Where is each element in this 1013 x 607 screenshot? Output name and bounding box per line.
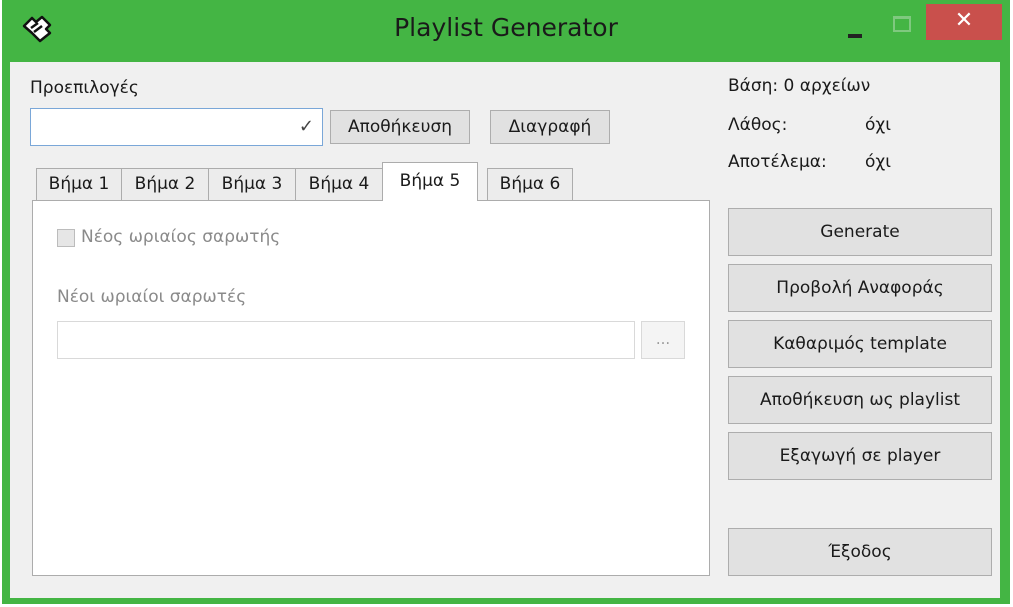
tab-step-6[interactable]: Βήμα 6 [487, 168, 573, 200]
minimize-icon[interactable] [832, 8, 878, 44]
tab-step-3[interactable]: Βήμα 3 [208, 168, 296, 200]
tab-step-5[interactable]: Βήμα 5 [382, 162, 478, 201]
tab-step-1[interactable]: Βήμα 1 [36, 168, 122, 200]
new-hourly-scanners-label: Νέοι ωριαίοι σαρωτές [57, 287, 247, 307]
scanners-path-input[interactable] [57, 321, 635, 359]
view-report-button[interactable]: Προβολή Αναφοράς [728, 264, 992, 312]
save-as-playlist-button[interactable]: Αποθήκευση ως playlist [728, 376, 992, 424]
presets-combo[interactable]: ✓ [30, 108, 323, 146]
error-value: όχι [865, 115, 891, 135]
maximize-icon[interactable] [876, 8, 922, 44]
presets-label: Προεπιλογές [30, 78, 139, 98]
export-to-player-button[interactable]: Εξαγωγή σε player [728, 432, 992, 480]
chevron-down-icon[interactable]: ✓ [299, 116, 314, 137]
delete-preset-button[interactable]: Διαγραφή [490, 110, 610, 144]
tab-step-2[interactable]: Βήμα 2 [121, 168, 209, 200]
app-window: Playlist Generator ✕ Προεπιλογές ✓ Αποθή… [2, 0, 1010, 604]
result-value: όχι [865, 152, 891, 172]
client-area: Προεπιλογές ✓ Αποθήκευση Διαγραφή Βήμα 1… [10, 62, 1000, 598]
exit-button[interactable]: Έξοδος [728, 528, 992, 576]
result-label: Αποτέλεμα: [728, 152, 827, 172]
clear-template-button[interactable]: Καθαριμός template [728, 320, 992, 368]
save-preset-button[interactable]: Αποθήκευση [330, 110, 470, 144]
generate-button[interactable]: Generate [728, 208, 992, 256]
base-status: Βάση: 0 αρχείων [728, 76, 871, 96]
new-hourly-scanner-label: Νέος ωριαίος σαρωτής [81, 227, 281, 247]
browse-button[interactable]: ... [641, 321, 685, 359]
error-label: Λάθος: [728, 115, 788, 135]
tab-panel-step-5: Νέος ωριαίος σαρωτής Νέοι ωριαίοι σαρωτέ… [32, 200, 710, 576]
new-hourly-scanner-checkbox[interactable] [57, 229, 75, 247]
title-bar[interactable]: Playlist Generator ✕ [2, 0, 1010, 60]
close-icon[interactable]: ✕ [926, 4, 1002, 40]
tab-step-4[interactable]: Βήμα 4 [295, 168, 383, 200]
